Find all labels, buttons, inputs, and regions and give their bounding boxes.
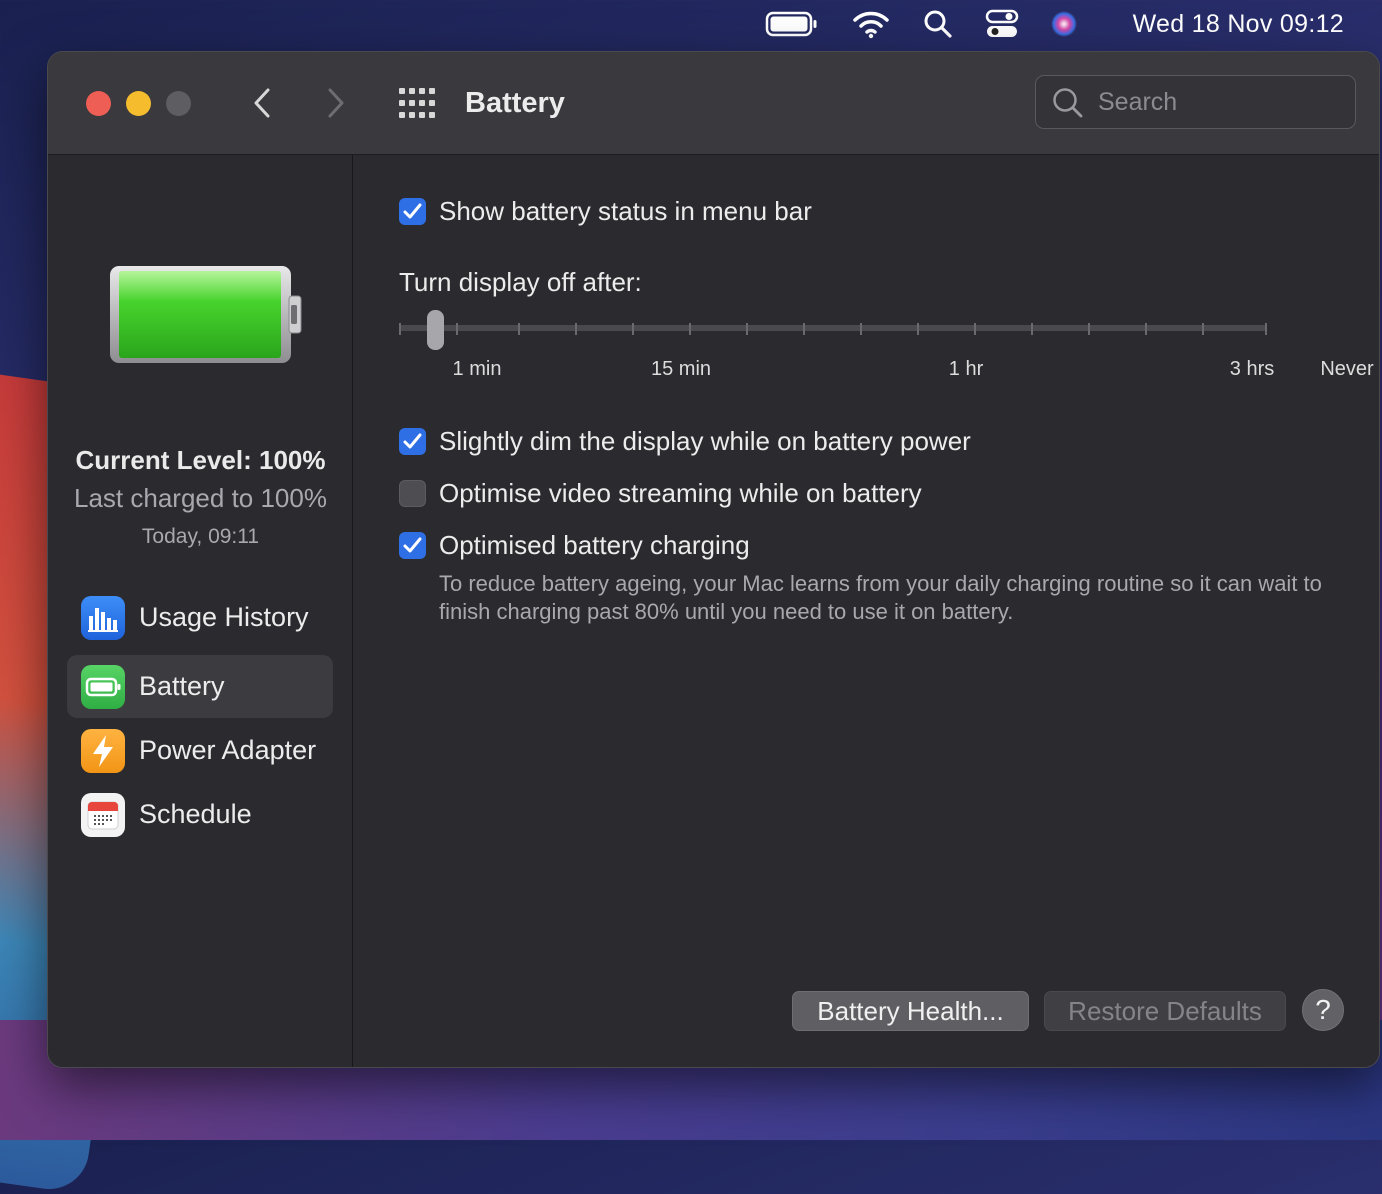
tick-label: 1 min: [452, 358, 502, 380]
search-placeholder: Search: [1098, 87, 1178, 116]
checkmark-icon: [403, 203, 422, 219]
menu-bar: Wed 18 Nov 09:12: [0, 0, 1382, 48]
lightning-icon: [81, 729, 125, 773]
tick-label: Never: [1320, 358, 1374, 380]
back-button[interactable]: [242, 82, 282, 124]
sidebar-item-schedule[interactable]: Schedule: [67, 783, 333, 846]
sidebar-item-label: Schedule: [139, 799, 252, 829]
tick-label: 15 min: [650, 358, 712, 380]
zoom-button[interactable]: [166, 91, 191, 116]
title-bar: Battery Search: [48, 52, 1379, 155]
sidebar-item-battery[interactable]: Battery: [67, 655, 333, 718]
menu-bar-clock[interactable]: Wed 18 Nov 09:12: [1133, 0, 1344, 48]
control-center-icon[interactable]: [984, 0, 1020, 48]
battery-level-graphic: [110, 266, 302, 363]
display-off-slider[interactable]: [399, 303, 1269, 353]
battery-icon[interactable]: [764, 0, 820, 48]
tick-label: 3 hrs: [1229, 358, 1275, 380]
sidebar-item-power-adapter[interactable]: Power Adapter: [67, 719, 333, 782]
slider-title: Turn display off after:: [399, 267, 642, 297]
sidebar: Current Level: 100% Last charged to 100%…: [48, 155, 353, 1067]
help-button[interactable]: ?: [1302, 989, 1344, 1031]
magnifier-icon: [1053, 88, 1083, 118]
show-status-label[interactable]: Show battery status in menu bar: [439, 194, 812, 228]
optimised-charging-checkbox[interactable]: [399, 532, 426, 559]
show-status-checkbox[interactable]: [399, 198, 426, 225]
last-charged: Last charged to 100%: [74, 483, 327, 513]
calendar-icon: [81, 793, 125, 837]
current-level: Current Level: 100%: [75, 445, 326, 475]
wifi-icon[interactable]: [850, 0, 892, 48]
checkmark-icon: [403, 433, 422, 449]
chevron-right-icon: [328, 88, 344, 118]
preferences-window: Battery Search Current Level: 100% Last …: [47, 51, 1380, 1068]
sidebar-item-label: Power Adapter: [139, 735, 317, 765]
siri-icon[interactable]: [1046, 0, 1082, 48]
sidebar-item-label: Battery: [139, 671, 225, 701]
dim-display-label[interactable]: Slightly dim the display while on batter…: [439, 424, 971, 458]
chevron-left-icon: [254, 88, 270, 118]
restore-defaults-button[interactable]: Restore Defaults: [1044, 991, 1286, 1031]
sidebar-item-usage-history[interactable]: Usage History: [67, 586, 333, 649]
search-field[interactable]: Search: [1035, 75, 1356, 129]
show-all-button[interactable]: [398, 86, 436, 120]
sidebar-item-label: Usage History: [139, 602, 309, 632]
battery-health-button[interactable]: Battery Health...: [792, 991, 1029, 1031]
forward-button[interactable]: [316, 82, 356, 124]
main-panel: Show battery status in menu bar Turn dis…: [353, 155, 1379, 1067]
tick-label: 1 hr: [948, 358, 984, 380]
optimise-video-checkbox[interactable]: [399, 480, 426, 507]
window-title: Battery: [465, 86, 565, 119]
battery-icon: [81, 665, 125, 709]
dim-display-checkbox[interactable]: [399, 428, 426, 455]
close-button[interactable]: [86, 91, 111, 116]
optimise-video-label[interactable]: Optimise video streaming while on batter…: [439, 476, 922, 510]
optimised-charging-description: To reduce battery ageing, your Mac learn…: [439, 571, 1322, 624]
optimised-charging-label[interactable]: Optimised battery charging: [439, 528, 750, 562]
last-charged-time: Today, 09:11: [141, 525, 260, 548]
bar-chart-icon: [81, 596, 125, 640]
search-icon[interactable]: [920, 0, 956, 48]
minimize-button[interactable]: [126, 91, 151, 116]
grid-icon: [399, 88, 435, 118]
checkmark-icon: [403, 537, 422, 553]
slider-thumb[interactable]: [427, 310, 444, 350]
